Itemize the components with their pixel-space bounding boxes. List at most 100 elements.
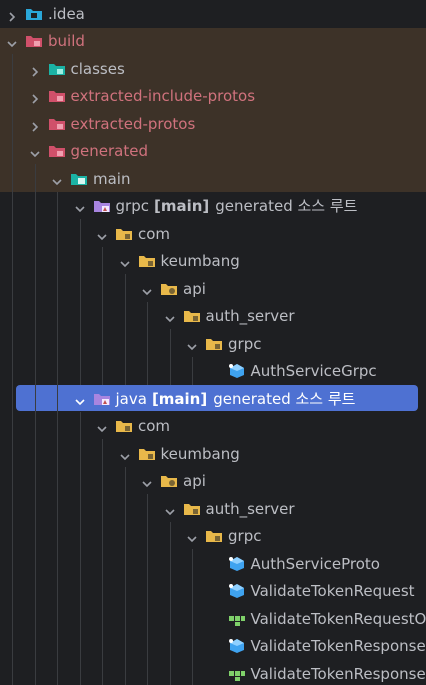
generated-class-icon [228,363,246,379]
tree-item-main[interactable]: main [0,166,426,193]
package-folder-icon [183,501,201,517]
tree-item-auth-server[interactable]: auth_server [0,496,426,523]
tree-item-grpc[interactable]: grpc [main] generated 소스 루트 [0,193,426,220]
tree-item-label: ValidateTokenResponseOrBuilder [251,665,426,684]
chevron-down-icon[interactable] [141,284,153,296]
tree-item-validatetokenresponseorbuilder[interactable]: ValidateTokenResponseOrBuilder [0,661,426,685]
chevron-down-icon[interactable] [164,311,176,323]
item-name: grpc [115,197,149,215]
item-name: grpc [228,335,262,353]
tree-item-api[interactable]: api [0,468,426,495]
tree-item-keumbang[interactable]: keumbang [0,248,426,275]
chevron-right-icon[interactable] [29,119,41,132]
excluded-folder-icon [48,143,66,159]
tree-item-validatetokenrequestorbuilder[interactable]: ValidateTokenRequestOrBuilder [0,606,426,633]
item-name: ValidateTokenRequestOrBuilder [250,610,426,628]
chevron-down-icon[interactable] [186,531,198,543]
chevron-down-icon[interactable] [74,201,86,213]
item-name: generated [70,142,148,160]
chevron-right-icon[interactable] [6,9,18,22]
tree-item-api[interactable]: api [0,276,426,303]
chevron-down-icon[interactable] [29,146,41,158]
chevron-right-icon[interactable] [29,91,41,104]
item-name: extracted-protos [70,115,196,133]
source-root-suffix: generated 소스 루트 [215,197,358,215]
generated-source-root-icon [93,198,111,214]
package-folder-icon [183,308,201,324]
tree-item-validatetokenrequest[interactable]: ValidateTokenRequest [0,578,426,605]
tree-item-keumbang[interactable]: keumbang [0,441,426,468]
tree-item-com[interactable]: com [0,221,426,248]
tree-item-label: ValidateTokenRequest [251,582,415,601]
excluded-folder-icon [48,116,66,132]
item-name: java [115,390,147,408]
interface-icon [228,611,246,627]
tree-item-generated[interactable]: generated [0,138,426,165]
chevron-right-icon[interactable] [29,64,41,77]
tree-item-extracted-include-protos[interactable]: extracted-include-protos [0,83,426,110]
tree-item-grpc[interactable]: grpc [0,331,426,358]
tree-item-authservicegrpc[interactable]: AuthServiceGrpc [0,358,426,385]
item-name: auth_server [205,500,295,518]
tree-item-validatetokenresponse[interactable]: ValidateTokenResponse [0,633,426,660]
chevron-down-icon[interactable] [141,476,153,488]
teal-folder-icon [48,61,66,77]
chevron-down-icon[interactable] [119,449,131,461]
chevron-down-icon[interactable] [96,421,108,433]
tree-item-label: auth_server [206,500,295,519]
tree-item-label: grpc [228,335,261,354]
item-name: ValidateTokenResponse [250,637,426,655]
tree-item-java[interactable]: java [main] generated 소스 루트 [0,386,426,413]
tree-item--idea[interactable]: .idea [0,1,426,28]
tree-item-label: ValidateTokenResponse [251,637,426,656]
tree-item-label: .idea [48,5,85,24]
tree-item-label: main [93,170,130,189]
item-name: ValidateTokenRequest [250,582,415,600]
tree-item-label: build [48,32,85,51]
project-tree[interactable]: .idea build classes extracted-include-pr… [0,0,426,685]
chevron-down-icon[interactable] [186,339,198,351]
item-name: classes [70,60,125,78]
chevron-down-icon[interactable] [51,174,63,186]
tree-item-label: generated [71,142,148,161]
source-set-tag: [main] [151,390,208,408]
teal-module-folder-icon [70,171,88,187]
tree-item-label: auth_server [206,307,295,326]
chevron-down-icon[interactable] [6,36,18,48]
item-name: com [138,225,171,243]
package-folder-icon [115,418,133,434]
chevron-down-icon[interactable] [119,256,131,268]
package-folder-icon [115,226,133,242]
tree-item-label: AuthServiceProto [251,555,380,574]
api-package-icon [160,281,178,297]
tree-item-auth-server[interactable]: auth_server [0,303,426,330]
tree-item-classes[interactable]: classes [0,56,426,83]
tree-item-label: api [183,472,206,491]
tree-item-grpc[interactable]: grpc [0,523,426,550]
item-name: AuthServiceProto [250,555,380,573]
tree-item-label: grpc [228,527,261,546]
tree-item-extracted-protos[interactable]: extracted-protos [0,111,426,138]
tree-item-label: extracted-protos [71,115,196,134]
tree-item-label: com [138,417,170,436]
package-folder-icon [138,446,156,462]
generated-class-icon [228,583,246,599]
excluded-folder-icon [25,33,43,49]
interface-icon [228,666,246,682]
chevron-down-icon[interactable] [96,229,108,241]
item-name: com [138,417,171,435]
item-name: api [183,472,206,490]
item-name: build [48,32,85,50]
item-name: extracted-include-protos [70,87,256,105]
tree-item-com[interactable]: com [0,413,426,440]
tree-item-label: ValidateTokenRequestOrBuilder [251,610,426,629]
item-name: main [93,170,131,188]
chevron-down-icon[interactable] [74,394,86,406]
tree-item-label: extracted-include-protos [71,87,256,106]
tree-item-build[interactable]: build [0,28,426,55]
tree-item-label: keumbang [161,445,240,464]
chevron-down-icon[interactable] [164,504,176,516]
tree-item-label: api [183,280,206,299]
tree-item-authserviceproto[interactable]: AuthServiceProto [0,551,426,578]
generated-class-icon [228,638,246,654]
